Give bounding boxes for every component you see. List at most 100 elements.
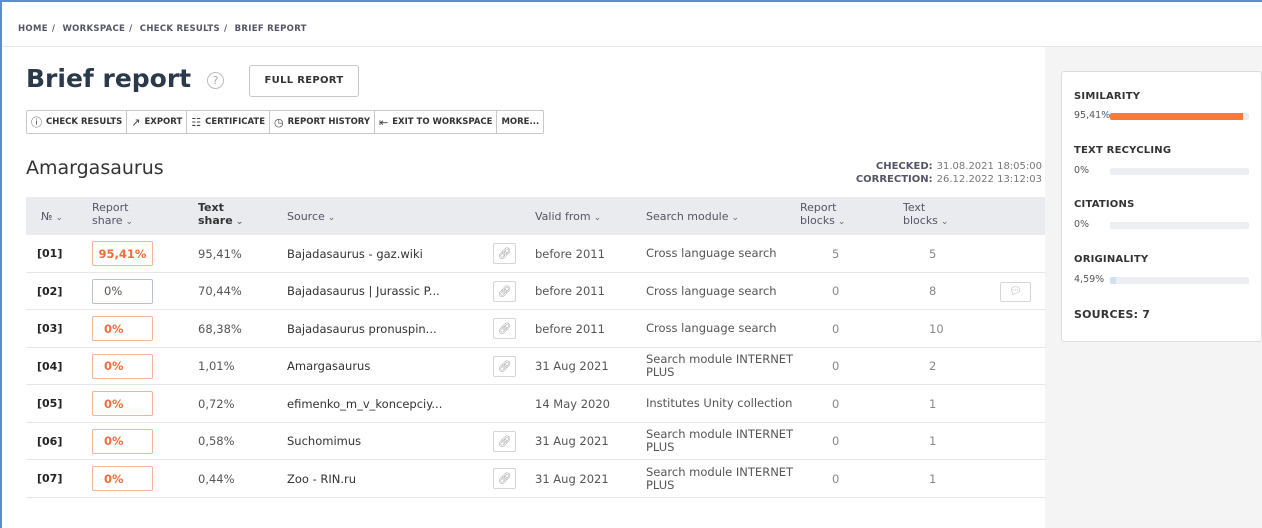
search-module: Institutes Unity collection	[646, 396, 793, 410]
report-share-field[interactable]: 0%	[92, 428, 153, 454]
link-icon[interactable]: 🔗︎	[493, 243, 516, 264]
certificate-label: CERTIFICATE	[205, 117, 266, 127]
col-num-label: №	[41, 210, 53, 223]
exit-to-workspace-button[interactable]: ⇤ EXIT TO WORKSPACE	[375, 111, 498, 133]
export-button[interactable]: ↗ EXPORT	[127, 111, 188, 133]
valid-from: 14 May 2020	[535, 396, 610, 411]
search-module: Search module INTERNET PLUS	[646, 352, 794, 379]
source-name[interactable]: Bajadasaurus | Jurassic P...	[287, 273, 440, 310]
page-title: Brief report	[26, 64, 192, 93]
report-blocks: 0	[832, 434, 840, 448]
row-number[interactable]: [03]	[37, 310, 62, 347]
text-blocks: 2	[929, 359, 937, 373]
correction-value: 26.12.2022 13:12:03	[936, 174, 1042, 185]
comment-icon[interactable]: 💬︎	[1000, 281, 1031, 302]
link-icon[interactable]: 🔗︎	[493, 318, 516, 339]
citations-label: CITATIONS	[1074, 199, 1135, 210]
export-label: EXPORT	[144, 117, 183, 127]
report-share-field[interactable]: 0%	[92, 391, 153, 416]
col-valid-from[interactable]: Valid from ⌄	[535, 210, 601, 225]
recycling-bar	[1110, 168, 1249, 175]
row-number[interactable]: [02]	[37, 273, 62, 310]
col-source-label: Source	[287, 210, 325, 223]
chevron-down-icon: ⌄	[235, 217, 244, 227]
citations-value: 0%	[1074, 219, 1090, 230]
text-share: 70,44%	[198, 284, 242, 298]
source-name[interactable]: Suchomimus	[287, 423, 361, 460]
originality-bar-fill	[1110, 277, 1117, 284]
report-blocks: 0	[832, 321, 840, 336]
table-row[interactable]: [05] 0% 0,72% efimenko_m_v_koncepciy... 14 M…	[26, 385, 1045, 423]
recycling-value: 0%	[1074, 165, 1090, 176]
col-valid-from-label: Valid from	[535, 210, 591, 223]
more-button[interactable]: MORE...	[497, 111, 543, 133]
col-text-share-line2: share	[198, 214, 233, 227]
source-name[interactable]: Zoo - RIN.ru	[287, 460, 356, 497]
report-share-field[interactable]: 95,41%	[92, 241, 153, 266]
table-row[interactable]: [01] 95,41% 95,41% Bajadasaurus - gaz.wiki 🔗…	[26, 235, 1045, 273]
col-report-blocks-line2: blocks	[800, 214, 835, 227]
source-name[interactable]: Amargasaurus	[287, 348, 370, 385]
table-row[interactable]: [02] 0% 70,44% Bajadasaurus | Jurassic P...…	[26, 273, 1045, 310]
report-share-field[interactable]: 0%	[92, 466, 153, 491]
col-report-share-line2: share	[92, 214, 123, 227]
row-number[interactable]: [05]	[37, 385, 62, 422]
valid-from: before 2011	[535, 321, 605, 336]
col-num[interactable]: № ⌄	[41, 210, 63, 225]
source-name[interactable]: Bajadasaurus - gaz.wiki	[287, 235, 423, 272]
similarity-value: 95,41%	[1074, 110, 1111, 121]
summary-panel: SIMILARITY 95,41% TEXT RECYCLING 0% CITA…	[1061, 71, 1262, 342]
text-blocks: 5	[929, 246, 937, 261]
help-icon[interactable]: ?	[207, 72, 224, 89]
breadcrumb-workspace[interactable]: WORKSPACE	[62, 24, 125, 34]
search-module: Cross language search	[646, 321, 777, 335]
table-row[interactable]: [07] 0% 0,44% Zoo - RIN.ru 🔗︎ 31 Aug 2021 Sear…	[26, 460, 1045, 498]
text-blocks: 10	[929, 321, 944, 336]
checked-label: CHECKED:	[875, 161, 933, 172]
full-report-button[interactable]: FULL REPORT	[249, 65, 359, 97]
row-number[interactable]: [07]	[37, 460, 62, 497]
link-icon[interactable]: 🔗︎	[493, 355, 516, 377]
row-number[interactable]: [01]	[37, 235, 62, 272]
search-module: Search module INTERNET PLUS	[646, 464, 794, 492]
col-report-blocks[interactable]: Report blocks ⌄	[800, 201, 845, 229]
report-blocks: 0	[832, 396, 840, 411]
col-text-share[interactable]: Text share ⌄	[198, 201, 243, 229]
text-share: 0,58%	[198, 434, 235, 448]
text-share: 68,38%	[198, 321, 242, 336]
row-number[interactable]: [06]	[37, 423, 62, 460]
valid-from: before 2011	[535, 246, 605, 261]
report-blocks: 5	[832, 246, 840, 261]
export-icon: ↗	[131, 115, 141, 129]
col-text-blocks-line2: blocks	[903, 214, 938, 227]
chevron-down-icon: ⌄	[731, 213, 740, 223]
report-share-field[interactable]: 0%	[92, 353, 153, 379]
report-share-field[interactable]: 0%	[92, 278, 153, 304]
history-icon: ◷	[274, 115, 284, 129]
table-row[interactable]: [04] 0% 1,01% Amargasaurus 🔗︎ 31 Aug 2021 Sear…	[26, 348, 1045, 385]
col-text-blocks[interactable]: Text blocks ⌄	[903, 201, 948, 229]
link-icon[interactable]: 🔗︎	[493, 430, 516, 452]
report-blocks: 0	[832, 284, 840, 298]
check-results-button[interactable]: ⓘ CHECK RESULTS	[27, 111, 128, 133]
source-name[interactable]: efimenko_m_v_koncepciy...	[287, 385, 442, 422]
certificate-button[interactable]: ☷ CERTIFICATE	[187, 111, 271, 133]
table-header: № ⌄ Report share ⌄ Text share ⌄ Source ⌄ Valid…	[26, 197, 1045, 235]
checked-value: 31.08.2021 18:05:00	[936, 161, 1042, 172]
report-history-button[interactable]: ◷ REPORT HISTORY	[270, 111, 376, 133]
col-report-share[interactable]: Report share ⌄	[92, 201, 133, 229]
chevron-down-icon: ⌄	[593, 213, 602, 223]
source-name[interactable]: Bajadasaurus pronuspin...	[287, 310, 437, 347]
col-source[interactable]: Source ⌄	[287, 210, 335, 225]
row-number[interactable]: [04]	[37, 348, 62, 385]
originality-bar	[1110, 277, 1249, 284]
breadcrumb-home[interactable]: HOME	[18, 24, 48, 34]
link-icon[interactable]: 🔗︎	[493, 280, 516, 302]
breadcrumb-check-results[interactable]: CHECK RESULTS	[140, 24, 220, 34]
report-share-field[interactable]: 0%	[92, 316, 153, 341]
table-row[interactable]: [03] 0% 68,38% Bajadasaurus pronuspin... 🔗︎ b…	[26, 310, 1045, 348]
link-icon[interactable]: 🔗︎	[493, 468, 516, 489]
table-row[interactable]: [06] 0% 0,58% Suchomimus 🔗︎ 31 Aug 2021 Search…	[26, 423, 1045, 460]
col-search-module[interactable]: Search module ⌄	[646, 210, 739, 225]
chevron-down-icon: ⌄	[55, 213, 63, 223]
